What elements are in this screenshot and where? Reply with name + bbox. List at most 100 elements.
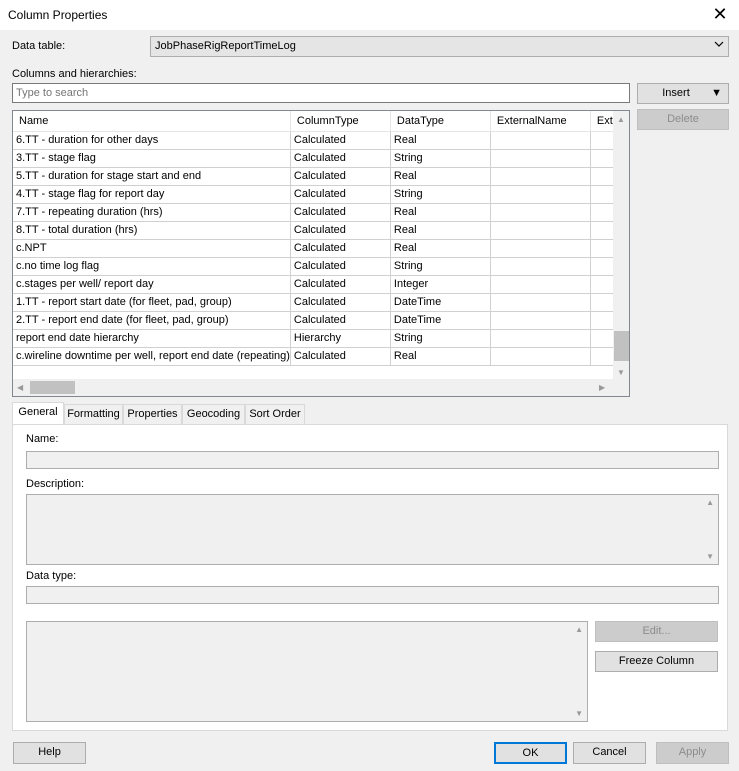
table-header-row: Name ColumnType DataType ExternalName Ex…	[13, 111, 621, 132]
scroll-up-icon[interactable]: ▲	[617, 115, 625, 124]
horizontal-scrollbar[interactable]: ◀ ▶	[13, 379, 629, 396]
insert-label: Insert	[662, 87, 690, 99]
header-columntype[interactable]: ColumnType	[290, 111, 391, 132]
cell-columntype: Calculated	[290, 203, 391, 222]
cell-datatype: String	[390, 257, 491, 276]
description-field[interactable]: ▲ ▼	[26, 494, 719, 565]
table-row[interactable]: 1.TT - report start date (for fleet, pad…	[13, 293, 621, 312]
table-row[interactable]: c.no time log flag Calculated String	[13, 257, 621, 276]
cell-datatype: String	[390, 149, 491, 168]
cell-name: 7.TT - repeating duration (hrs)	[13, 203, 291, 222]
table-row[interactable]: c.NPT Calculated Real	[13, 239, 621, 258]
tab-sort-order[interactable]: Sort Order	[245, 404, 305, 424]
columns-label: Columns and hierarchies:	[12, 68, 137, 80]
columns-grid: Name ColumnType DataType ExternalName Ex…	[12, 110, 630, 397]
cell-name: c.NPT	[13, 239, 291, 258]
cell-externalname	[490, 167, 591, 186]
header-datatype[interactable]: DataType	[390, 111, 491, 132]
window-title: Column Properties	[8, 8, 108, 22]
table-row[interactable]: 3.TT - stage flag Calculated String	[13, 149, 621, 168]
name-label: Name:	[26, 433, 59, 445]
vertical-scrollbar[interactable]: ▲ ▼	[613, 111, 629, 379]
cancel-button[interactable]: Cancel	[573, 742, 646, 764]
cell-columntype: Calculated	[290, 275, 391, 294]
cell-datatype: DateTime	[390, 311, 491, 330]
scroll-right-icon[interactable]: ▶	[599, 383, 605, 392]
cell-datatype: Real	[390, 239, 491, 258]
cell-datatype: String	[390, 185, 491, 204]
cell-name: 2.TT - report end date (for fleet, pad, …	[13, 311, 291, 330]
header-externalname[interactable]: ExternalName	[490, 111, 591, 132]
scroll-down-icon: ▼	[575, 709, 583, 718]
table-row[interactable]: 4.TT - stage flag for report day Calculat…	[13, 185, 621, 204]
scroll-down-icon: ▼	[706, 552, 714, 561]
cell-datatype: Integer	[390, 275, 491, 294]
cell-columntype: Calculated	[290, 131, 391, 150]
cell-name: report end date hierarchy	[13, 329, 291, 348]
cell-externalname	[490, 185, 591, 204]
hscroll-thumb[interactable]	[30, 381, 75, 394]
cell-columntype: Calculated	[290, 167, 391, 186]
cell-columntype: Calculated	[290, 311, 391, 330]
delete-button[interactable]: Delete	[637, 109, 729, 130]
cell-name: 8.TT - total duration (hrs)	[13, 221, 291, 240]
table-row[interactable]: 5.TT - duration for stage start and end C…	[13, 167, 621, 186]
cell-externalname	[490, 329, 591, 348]
datatype-field[interactable]	[26, 586, 719, 604]
cell-datatype: Real	[390, 221, 491, 240]
cell-name: c.wireline downtime per well, report end…	[13, 347, 291, 366]
cell-name: c.no time log flag	[13, 257, 291, 276]
scroll-thumb[interactable]	[614, 331, 629, 361]
header-name[interactable]: Name	[13, 111, 291, 132]
data-table-label: Data table:	[12, 40, 66, 52]
tab-properties[interactable]: Properties	[123, 404, 182, 424]
search-input[interactable]	[12, 83, 630, 103]
table-row[interactable]: 6.TT - duration for other days Calculated…	[13, 131, 621, 150]
close-icon[interactable]: ✕	[709, 3, 731, 25]
cell-externalname	[490, 311, 591, 330]
tab-geocoding[interactable]: Geocoding	[182, 404, 245, 424]
cell-columntype: Calculated	[290, 149, 391, 168]
tab-formatting[interactable]: Formatting	[64, 404, 123, 424]
name-field[interactable]	[26, 451, 719, 469]
data-table-value: JobPhaseRigReportTimeLog	[155, 40, 296, 52]
apply-button[interactable]: Apply	[656, 742, 729, 764]
help-button[interactable]: Help	[13, 742, 86, 764]
cell-externalname	[490, 293, 591, 312]
scroll-left-icon[interactable]: ◀	[17, 383, 23, 392]
cell-name: 6.TT - duration for other days	[13, 131, 291, 150]
cell-externalname	[490, 131, 591, 150]
title-bar	[0, 0, 739, 30]
caret-down-icon: ▼	[711, 87, 722, 99]
ok-button[interactable]: OK	[494, 742, 567, 764]
table-row[interactable]: 7.TT - repeating duration (hrs) Calculate…	[13, 203, 621, 222]
chevron-down-icon	[714, 39, 724, 52]
table-row[interactable]: c.wireline downtime per well, report end…	[13, 347, 621, 366]
cell-externalname	[490, 239, 591, 258]
cell-name: 1.TT - report start date (for fleet, pad…	[13, 293, 291, 312]
cell-datatype: Real	[390, 131, 491, 150]
insert-button[interactable]: Insert ▼	[637, 83, 729, 104]
cell-externalname	[490, 221, 591, 240]
cell-externalname	[490, 275, 591, 294]
table-row[interactable]: report end date hierarchy Hierarchy String	[13, 329, 621, 348]
freeze-column-button[interactable]: Freeze Column	[595, 651, 718, 672]
scroll-down-icon[interactable]: ▼	[617, 368, 625, 377]
table-row[interactable]: c.stages per well/ report day Calculated I…	[13, 275, 621, 294]
edit-button[interactable]: Edit...	[595, 621, 718, 642]
cell-externalname	[490, 149, 591, 168]
cell-externalname	[490, 203, 591, 222]
details-area[interactable]: ▲ ▼	[26, 621, 588, 722]
cell-datatype: Real	[390, 347, 491, 366]
data-table-select[interactable]: JobPhaseRigReportTimeLog	[150, 36, 729, 57]
columns-table: Name ColumnType DataType ExternalName Ex…	[13, 111, 621, 366]
general-panel: Name: Description: ▲ ▼ Data type: ▲ ▼ Ed…	[12, 424, 728, 731]
tab-general[interactable]: General	[12, 402, 64, 425]
table-row[interactable]: 2.TT - report end date (for fleet, pad, …	[13, 311, 621, 330]
cell-datatype: String	[390, 329, 491, 348]
table-row[interactable]: 8.TT - total duration (hrs) Calculated Rea…	[13, 221, 621, 240]
cell-name: 3.TT - stage flag	[13, 149, 291, 168]
cell-columntype: Calculated	[290, 257, 391, 276]
description-label: Description:	[26, 478, 85, 490]
cell-datatype: Real	[390, 167, 491, 186]
